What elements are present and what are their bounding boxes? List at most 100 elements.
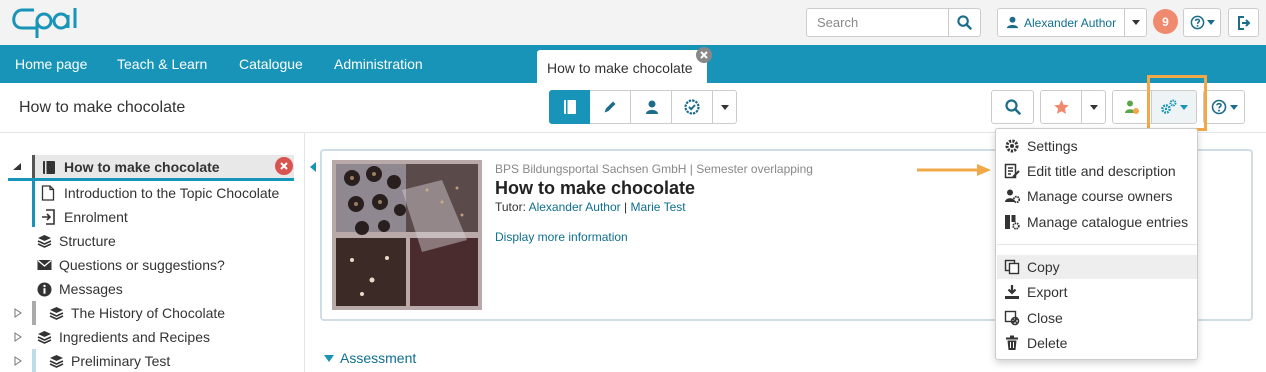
gear-icon bbox=[1005, 139, 1019, 153]
close-icon bbox=[280, 162, 288, 170]
tutor-link[interactable]: Marie Test bbox=[630, 200, 685, 214]
course-search-button[interactable] bbox=[991, 90, 1034, 124]
menu-item-copy[interactable]: Copy bbox=[997, 255, 1197, 279]
menu-item-label: Delete bbox=[1027, 335, 1068, 351]
tutor-label: Tutor: bbox=[495, 200, 526, 214]
chevron-down-icon bbox=[1206, 20, 1215, 25]
tree-item-label: Preliminary Test bbox=[71, 353, 171, 369]
menu-item-delete[interactable]: Delete bbox=[997, 331, 1197, 355]
nav-administration[interactable]: Administration bbox=[334, 56, 423, 72]
badge-check-icon bbox=[684, 99, 700, 115]
enrolment-icon bbox=[42, 209, 55, 225]
assessment-tool-button[interactable] bbox=[672, 90, 713, 124]
tab-course-label: How to make chocolate bbox=[547, 60, 693, 76]
nav-home-page[interactable]: Home page bbox=[15, 56, 87, 72]
tree-item-enrolment[interactable]: Enrolment bbox=[41, 205, 128, 229]
nav-catalogue[interactable]: Catalogue bbox=[239, 56, 303, 72]
course-help-button[interactable] bbox=[1203, 90, 1245, 124]
favorite-button[interactable] bbox=[1040, 90, 1082, 124]
collapse-sidebar-icon[interactable] bbox=[308, 160, 318, 174]
menu-item-manage-owners[interactable]: Manage course owners bbox=[997, 184, 1197, 208]
expand-icon bbox=[14, 308, 22, 318]
user-status-icon bbox=[1125, 100, 1139, 114]
favorite-more-button[interactable] bbox=[1082, 90, 1106, 124]
menu-item-label: Close bbox=[1027, 310, 1063, 326]
course-toolbar: How to make chocolate bbox=[0, 83, 1266, 133]
tree-item-label: Questions or suggestions? bbox=[59, 257, 225, 273]
menu-item-export[interactable]: Export bbox=[997, 280, 1197, 304]
tutor-separator: | bbox=[623, 200, 628, 214]
tree-item-introduction[interactable]: Introduction to the Topic Chocolate bbox=[41, 181, 279, 205]
info-icon bbox=[37, 282, 52, 296]
menu-item-label: Export bbox=[1027, 284, 1068, 300]
book-icon bbox=[563, 100, 576, 114]
tree-item-label: Enrolment bbox=[64, 209, 128, 225]
stack-icon bbox=[37, 331, 52, 344]
chevron-down-icon bbox=[324, 354, 334, 362]
tree-item-label: Messages bbox=[59, 281, 123, 297]
tree-item-label: Ingredients and Recipes bbox=[59, 329, 210, 345]
course-tutors: Tutor: Alexander Author | Marie Test bbox=[495, 200, 686, 214]
help-icon bbox=[1190, 15, 1204, 30]
tree-item-ingredients[interactable]: Ingredients and Recipes bbox=[14, 325, 210, 349]
pencil-icon bbox=[604, 101, 616, 113]
highlight-frame bbox=[1147, 75, 1207, 131]
logout-button[interactable] bbox=[1228, 8, 1259, 37]
book-icon bbox=[43, 160, 55, 174]
tree-item-label: Structure bbox=[59, 233, 116, 249]
members-button[interactable] bbox=[631, 90, 672, 124]
search-input[interactable] bbox=[806, 8, 948, 37]
tree-item-history[interactable]: The History of Chocolate bbox=[14, 301, 225, 325]
course-settings-menu: Settings Edit title and description Mana… bbox=[995, 128, 1198, 360]
mail-icon bbox=[37, 260, 52, 270]
course-access-button[interactable] bbox=[1112, 90, 1152, 124]
tree-root-label: How to make chocolate bbox=[64, 159, 220, 175]
help-button[interactable] bbox=[1183, 8, 1221, 37]
tree-root[interactable]: How to make chocolate bbox=[12, 155, 220, 179]
chevron-down-icon bbox=[1229, 104, 1238, 110]
pointer-arrow bbox=[917, 164, 991, 176]
mode-more-button[interactable] bbox=[713, 90, 737, 124]
course-tree: How to make chocolate Introduction to th… bbox=[0, 133, 305, 372]
search-icon bbox=[1004, 99, 1021, 115]
notification-badge[interactable]: 9 bbox=[1153, 9, 1178, 34]
user-button[interactable]: Alexander Author bbox=[997, 8, 1126, 37]
nav-teach-learn[interactable]: Teach & Learn bbox=[117, 56, 207, 72]
user-name: Alexander Author bbox=[1024, 15, 1117, 30]
top-bar: Alexander Author 9 bbox=[0, 0, 1266, 45]
stack-icon bbox=[49, 355, 64, 368]
search-icon bbox=[957, 15, 972, 30]
user-caret-button[interactable] bbox=[1125, 8, 1148, 37]
expand-icon bbox=[14, 356, 22, 366]
assessment-section-toggle[interactable]: Assessment bbox=[324, 350, 416, 366]
course-view-button[interactable] bbox=[549, 90, 590, 124]
user-menu: Alexander Author bbox=[997, 8, 1148, 37]
menu-item-settings[interactable]: Settings bbox=[997, 134, 1197, 158]
chevron-down-icon bbox=[1131, 20, 1140, 25]
edit-icon bbox=[1004, 163, 1020, 179]
menu-item-catalogue-entries[interactable]: Manage catalogue entries bbox=[997, 210, 1197, 234]
close-icon bbox=[700, 51, 708, 59]
display-more-info-link[interactable]: Display more information bbox=[495, 230, 628, 244]
expand-icon bbox=[14, 332, 22, 342]
members-icon bbox=[645, 100, 658, 114]
opal-logo[interactable] bbox=[8, 4, 82, 43]
tree-remove-button[interactable] bbox=[275, 157, 293, 175]
logout-icon bbox=[1237, 15, 1250, 30]
tree-item-questions[interactable]: Questions or suggestions? bbox=[37, 253, 225, 277]
search-button[interactable] bbox=[948, 8, 981, 37]
course-image bbox=[332, 160, 482, 310]
menu-item-close[interactable]: Close bbox=[997, 306, 1197, 330]
tab-close-button[interactable] bbox=[696, 47, 712, 63]
course-editor-button[interactable] bbox=[590, 90, 631, 124]
course-mode-group bbox=[549, 90, 737, 124]
assessment-label: Assessment bbox=[340, 350, 417, 366]
favorite-group bbox=[1040, 90, 1106, 124]
tab-course[interactable]: How to make chocolate bbox=[537, 50, 707, 83]
menu-item-label: Manage catalogue entries bbox=[1027, 214, 1189, 230]
menu-item-edit-title[interactable]: Edit title and description bbox=[997, 159, 1197, 183]
tree-item-structure[interactable]: Structure bbox=[37, 229, 116, 253]
tutor-link[interactable]: Alexander Author bbox=[529, 200, 621, 214]
tree-item-messages[interactable]: Messages bbox=[37, 277, 123, 301]
tree-item-preliminary-test[interactable]: Preliminary Test bbox=[14, 349, 170, 372]
